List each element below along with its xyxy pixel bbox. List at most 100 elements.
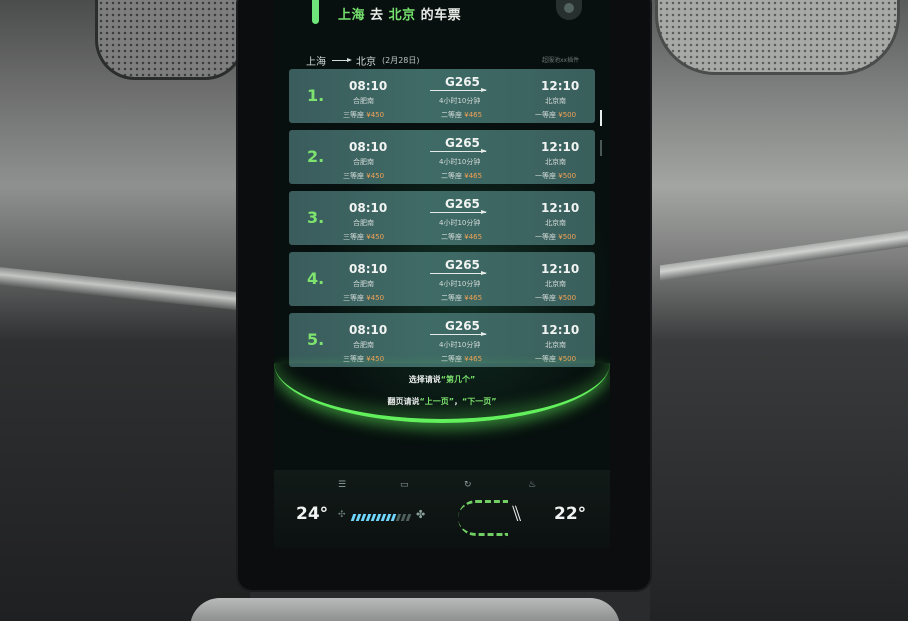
arrival-station: 北京南 bbox=[545, 97, 566, 105]
seat-label: 三等座 bbox=[343, 355, 364, 363]
arrival-time: 12:10 bbox=[541, 323, 580, 337]
seat-heat-icon[interactable]: ♨ bbox=[528, 480, 536, 490]
temperature-right[interactable]: 22° bbox=[554, 504, 586, 524]
departure-time: 08:10 bbox=[349, 140, 388, 154]
fan-speed-slider[interactable] bbox=[350, 514, 412, 521]
seat-class-second: 二等座 ¥465 bbox=[441, 293, 482, 303]
arrival-station: 北京南 bbox=[545, 280, 566, 288]
defrost-rear-icon[interactable]: ▭ bbox=[400, 480, 409, 490]
seat-class-third: 三等座 ¥450 bbox=[343, 110, 384, 120]
temperature-left[interactable]: 24° bbox=[296, 504, 328, 524]
seat-label: 二等座 bbox=[441, 233, 462, 241]
journey-arrow-icon bbox=[430, 88, 487, 92]
airflow-direction-icon[interactable] bbox=[458, 500, 508, 536]
seat-price: ¥465 bbox=[464, 233, 483, 241]
ticket-index: 1. bbox=[307, 86, 325, 105]
seat-price: ¥500 bbox=[558, 111, 577, 119]
select-prompt: 选择请说“第几个” bbox=[274, 374, 610, 385]
seat-class-third: 三等座 ¥450 bbox=[343, 171, 384, 181]
train-number: G265 bbox=[445, 136, 480, 150]
page-prompt: 翻页请说“上一页”，“下一页” bbox=[274, 396, 610, 407]
seat-label: 三等座 bbox=[343, 233, 364, 241]
train-number: G265 bbox=[445, 75, 480, 89]
departure-station: 合肥南 bbox=[353, 341, 374, 349]
climate-control-bar: ☰ ▭ ↻ ♨ 24° ✣ ✤ ⑊ 22° bbox=[274, 470, 610, 548]
departure-time: 08:10 bbox=[349, 323, 388, 337]
dashboard-panel-right bbox=[650, 0, 908, 621]
ticket-index: 4. bbox=[307, 269, 325, 288]
fan-low-icon[interactable]: ✣ bbox=[338, 510, 346, 520]
speaker-grille-left bbox=[95, 0, 245, 80]
seat-price: ¥500 bbox=[558, 294, 577, 302]
seat-class-second: 二等座 ¥465 bbox=[441, 232, 482, 242]
departure-station: 合肥南 bbox=[353, 280, 374, 288]
recirculation-icon[interactable]: ↻ bbox=[464, 480, 472, 490]
defrost-front-icon[interactable]: ☰ bbox=[338, 480, 346, 490]
page-prompt-next: “下一页” bbox=[462, 397, 497, 406]
seat-label: 三等座 bbox=[343, 111, 364, 119]
title-suffix: 的车票 bbox=[420, 8, 462, 23]
route-arrow-icon bbox=[332, 58, 352, 62]
seat-label: 一等座 bbox=[535, 172, 556, 180]
ticket-card[interactable]: 2. 08:10 合肥南 G265 4小时10分钟 12:10 北京南 三等座 ¥450 二等座… bbox=[289, 130, 595, 184]
seat-label: 一等座 bbox=[535, 111, 556, 119]
seat-price: ¥450 bbox=[366, 172, 385, 180]
fan-level-segment bbox=[405, 514, 412, 521]
page-prompt-prefix: 翻页请说 bbox=[387, 397, 420, 406]
seat-class-first: 一等座 ¥500 bbox=[535, 171, 576, 181]
seat-label: 一等座 bbox=[535, 233, 556, 241]
seat-price: ¥450 bbox=[366, 294, 385, 302]
journey-duration: 4小时10分钟 bbox=[439, 280, 481, 288]
voice-assistant-avatar-icon[interactable] bbox=[556, 0, 582, 20]
scrollbar-thumb[interactable] bbox=[600, 110, 602, 126]
ticket-card[interactable]: 3. 08:10 合肥南 G265 4小时10分钟 12:10 北京南 三等座 ¥450 二等座… bbox=[289, 191, 595, 245]
arrival-station: 北京南 bbox=[545, 341, 566, 349]
fan-high-icon[interactable]: ✤ bbox=[416, 508, 425, 521]
arrival-time: 12:10 bbox=[541, 201, 580, 215]
seat-price: ¥450 bbox=[366, 111, 385, 119]
departure-station: 合肥南 bbox=[353, 158, 374, 166]
seat-label: 二等座 bbox=[441, 355, 462, 363]
journey-arrow-icon bbox=[430, 210, 487, 214]
arrival-time: 12:10 bbox=[541, 262, 580, 276]
ticket-index: 3. bbox=[307, 208, 325, 227]
journey-duration: 4小时10分钟 bbox=[439, 97, 481, 105]
seat-price: ¥465 bbox=[464, 355, 483, 363]
seat-class-first: 一等座 ¥500 bbox=[535, 232, 576, 242]
seat-price: ¥465 bbox=[464, 172, 483, 180]
journey-duration: 4小时10分钟 bbox=[439, 219, 481, 227]
journey-arrow-icon bbox=[430, 271, 487, 275]
ticket-index: 2. bbox=[307, 147, 325, 166]
departure-station: 合肥南 bbox=[353, 219, 374, 227]
plugin-hint: 超服池xx插件 bbox=[542, 57, 580, 64]
seat-label: 二等座 bbox=[441, 172, 462, 180]
title-connector: 去 bbox=[370, 8, 384, 23]
route-summary: 上海 北京 (2月28日) bbox=[306, 53, 420, 68]
page-prompt-sep: ， bbox=[454, 397, 462, 406]
train-number: G265 bbox=[445, 258, 480, 272]
arrival-station: 北京南 bbox=[545, 219, 566, 227]
ticket-card[interactable]: 5. 08:10 合肥南 G265 4小时10分钟 12:10 北京南 三等座 ¥450 二等座… bbox=[289, 313, 595, 367]
seat-price: ¥500 bbox=[558, 233, 577, 241]
seat-label: 一等座 bbox=[535, 294, 556, 302]
journey-duration: 4小时10分钟 bbox=[439, 158, 481, 166]
speaker-grille-right bbox=[655, 0, 900, 75]
seat-class-third: 三等座 ¥450 bbox=[343, 293, 384, 303]
title-from-city: 上海 bbox=[338, 8, 366, 23]
arrival-station: 北京南 bbox=[545, 158, 566, 166]
arrival-time: 12:10 bbox=[541, 79, 580, 93]
voice-indicator bbox=[312, 0, 319, 24]
page-title: 上海 去 北京 的车票 bbox=[338, 4, 461, 23]
ticket-card[interactable]: 1. 08:10 合肥南 G265 4小时10分钟 12:10 北京南 三等座 ¥450 二等座… bbox=[289, 69, 595, 123]
departure-time: 08:10 bbox=[349, 79, 388, 93]
train-number: G265 bbox=[445, 319, 480, 333]
seat-airflow-icon[interactable]: ⑊ bbox=[510, 502, 523, 527]
seat-class-third: 三等座 ¥450 bbox=[343, 232, 384, 242]
page-prompt-prev: “上一页” bbox=[419, 397, 454, 406]
seat-class-second: 二等座 ¥465 bbox=[441, 171, 482, 181]
select-prompt-prefix: 选择请说 bbox=[408, 375, 441, 384]
ticket-index: 5. bbox=[307, 330, 325, 349]
scrollbar-track[interactable] bbox=[600, 140, 602, 156]
seat-price: ¥450 bbox=[366, 355, 385, 363]
ticket-card[interactable]: 4. 08:10 合肥南 G265 4小时10分钟 12:10 北京南 三等座 ¥450 二等座… bbox=[289, 252, 595, 306]
